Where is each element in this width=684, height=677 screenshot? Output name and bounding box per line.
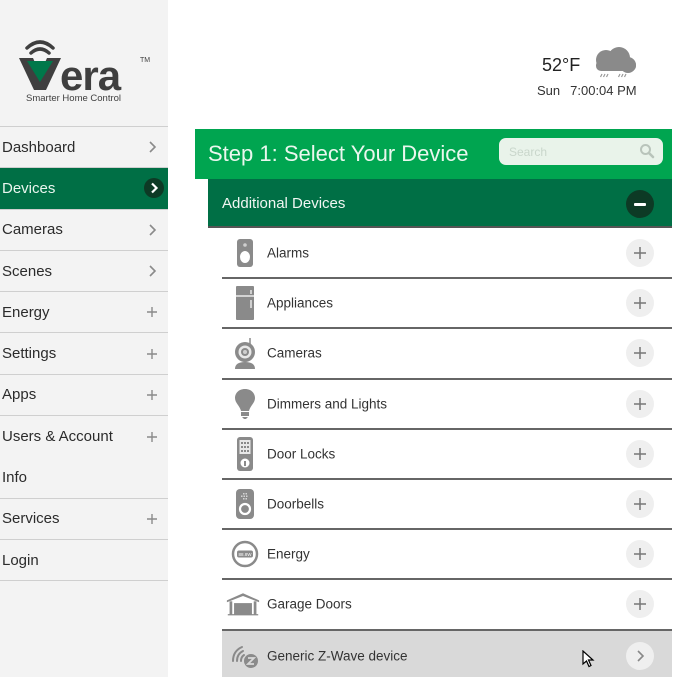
weather-widget: 52°F Sun 7:00:04 PM	[530, 44, 650, 104]
sidebar-item-dashboard[interactable]: Dashboard	[0, 127, 168, 169]
device-label: Alarms	[267, 245, 310, 261]
lightbulb-icon	[230, 388, 260, 420]
sidebar-item-login[interactable]: Login	[0, 540, 168, 582]
collapse-minus-icon[interactable]	[626, 190, 654, 218]
search-icon[interactable]	[639, 143, 655, 159]
chevron-right-icon[interactable]	[626, 641, 654, 670]
sidebar-item-label: Info	[2, 469, 28, 487]
sidebar-item-label: Devices	[2, 179, 56, 197]
plus-icon	[144, 429, 160, 445]
plus-icon	[144, 346, 160, 362]
plus-icon[interactable]	[626, 239, 654, 268]
sidebar-item-settings[interactable]: Settings	[0, 333, 168, 375]
sidebar-item-label: Services	[2, 510, 60, 528]
plus-icon[interactable]	[626, 389, 654, 418]
mouse-cursor-icon	[582, 650, 595, 668]
device-label: Cameras	[267, 345, 322, 361]
chevron-right-icon	[144, 139, 160, 155]
camera-icon	[230, 337, 260, 370]
plus-icon[interactable]	[626, 439, 654, 468]
plus-icon[interactable]	[626, 289, 654, 318]
chevron-right-icon	[144, 263, 160, 279]
sidebar-nav: Dashboard Devices Cameras Scenes Energy …	[0, 126, 168, 582]
vera-logo-icon: era TM Smarter Home Control	[19, 40, 150, 104]
chevron-right-icon	[144, 222, 160, 238]
sidebar-item-label: Scenes	[2, 262, 53, 280]
plus-icon[interactable]	[626, 590, 654, 619]
logo-brand-text: era	[60, 52, 122, 99]
device-row-appliances[interactable]: Appliances	[222, 279, 672, 330]
rain-cloud-icon	[596, 47, 636, 78]
device-label: Generic Z-Wave device	[267, 648, 408, 664]
plus-icon[interactable]	[626, 490, 654, 519]
plus-icon	[144, 304, 160, 320]
device-row-alarms[interactable]: Alarms	[222, 229, 672, 280]
plus-icon	[144, 511, 160, 527]
date-time: Sun 7:00:04 PM	[537, 83, 637, 98]
sidebar-item-label: Apps	[2, 386, 37, 404]
plus-icon[interactable]	[626, 339, 654, 368]
logo-tagline: Smarter Home Control	[26, 93, 121, 104]
plus-icon	[144, 387, 160, 403]
search-input[interactable]	[509, 142, 629, 161]
device-row-generic-zwave[interactable]: Generic Z-Wave device	[222, 630, 672, 677]
sidebar-item-label: Login	[2, 551, 39, 569]
device-label: Appliances	[267, 295, 334, 311]
sidebar: era TM Smarter Home Control Dashboard De…	[0, 0, 168, 677]
zwave-icon	[230, 640, 260, 672]
step-header: Step 1: Select Your Device	[195, 129, 672, 179]
search-box[interactable]	[499, 138, 663, 165]
device-row-garage-doors[interactable]: Garage Doors	[222, 580, 672, 631]
device-row-door-locks[interactable]: Door Locks	[222, 430, 672, 480]
sidebar-item-services[interactable]: Services	[0, 499, 168, 540]
sidebar-item-energy[interactable]: Energy	[0, 292, 168, 334]
door-lock-icon	[230, 436, 260, 471]
device-row-dimmers-lights[interactable]: Dimmers and Lights	[222, 380, 672, 430]
device-label: Energy	[267, 546, 310, 562]
sidebar-item-label: Cameras	[2, 221, 63, 239]
section-header-additional-devices[interactable]: Additional Devices	[208, 179, 672, 228]
alarm-sensor-icon	[230, 237, 260, 269]
sidebar-item-info[interactable]: Info	[0, 457, 168, 499]
sidebar-item-cameras[interactable]: Cameras	[0, 210, 168, 251]
device-label: Garage Doors	[267, 596, 352, 612]
section-title: Additional Devices	[222, 195, 346, 212]
device-label: Doorbells	[267, 496, 325, 512]
device-row-doorbells[interactable]: Doorbells	[222, 480, 672, 531]
plus-icon[interactable]	[626, 540, 654, 569]
doorbell-icon	[230, 488, 260, 520]
vera-logo[interactable]: era TM Smarter Home Control	[0, 0, 168, 126]
energy-meter-icon: 88.8W	[230, 538, 260, 570]
refrigerator-icon	[230, 286, 260, 321]
device-row-energy[interactable]: 88.8W Energy	[222, 530, 672, 581]
svg-text:88.8W: 88.8W	[238, 552, 252, 557]
device-label: Door Locks	[267, 446, 336, 462]
sidebar-item-label: Dashboard	[2, 138, 76, 156]
sidebar-item-devices[interactable]: Devices	[0, 168, 168, 210]
sidebar-item-users-account[interactable]: Users & Account	[0, 416, 168, 457]
sidebar-item-label: Users & Account	[2, 428, 113, 446]
day-label: Sun	[537, 83, 561, 98]
sidebar-item-apps[interactable]: Apps	[0, 375, 168, 417]
temperature: 52°F	[542, 55, 581, 75]
device-label: Dimmers and Lights	[267, 396, 388, 412]
sidebar-item-label: Settings	[2, 345, 57, 363]
logo-trademark: TM	[140, 57, 150, 64]
sidebar-item-scenes[interactable]: Scenes	[0, 251, 168, 293]
page-title: Step 1: Select Your Device	[208, 141, 469, 166]
sidebar-item-label: Energy	[2, 303, 50, 321]
device-row-cameras[interactable]: Cameras	[222, 329, 672, 380]
time-label: 7:00:04 PM	[570, 83, 637, 98]
device-list: Alarms Appliances Cameras Dimmers and Li…	[222, 229, 672, 677]
garage-icon	[226, 588, 260, 620]
chevron-right-icon	[144, 178, 164, 199]
